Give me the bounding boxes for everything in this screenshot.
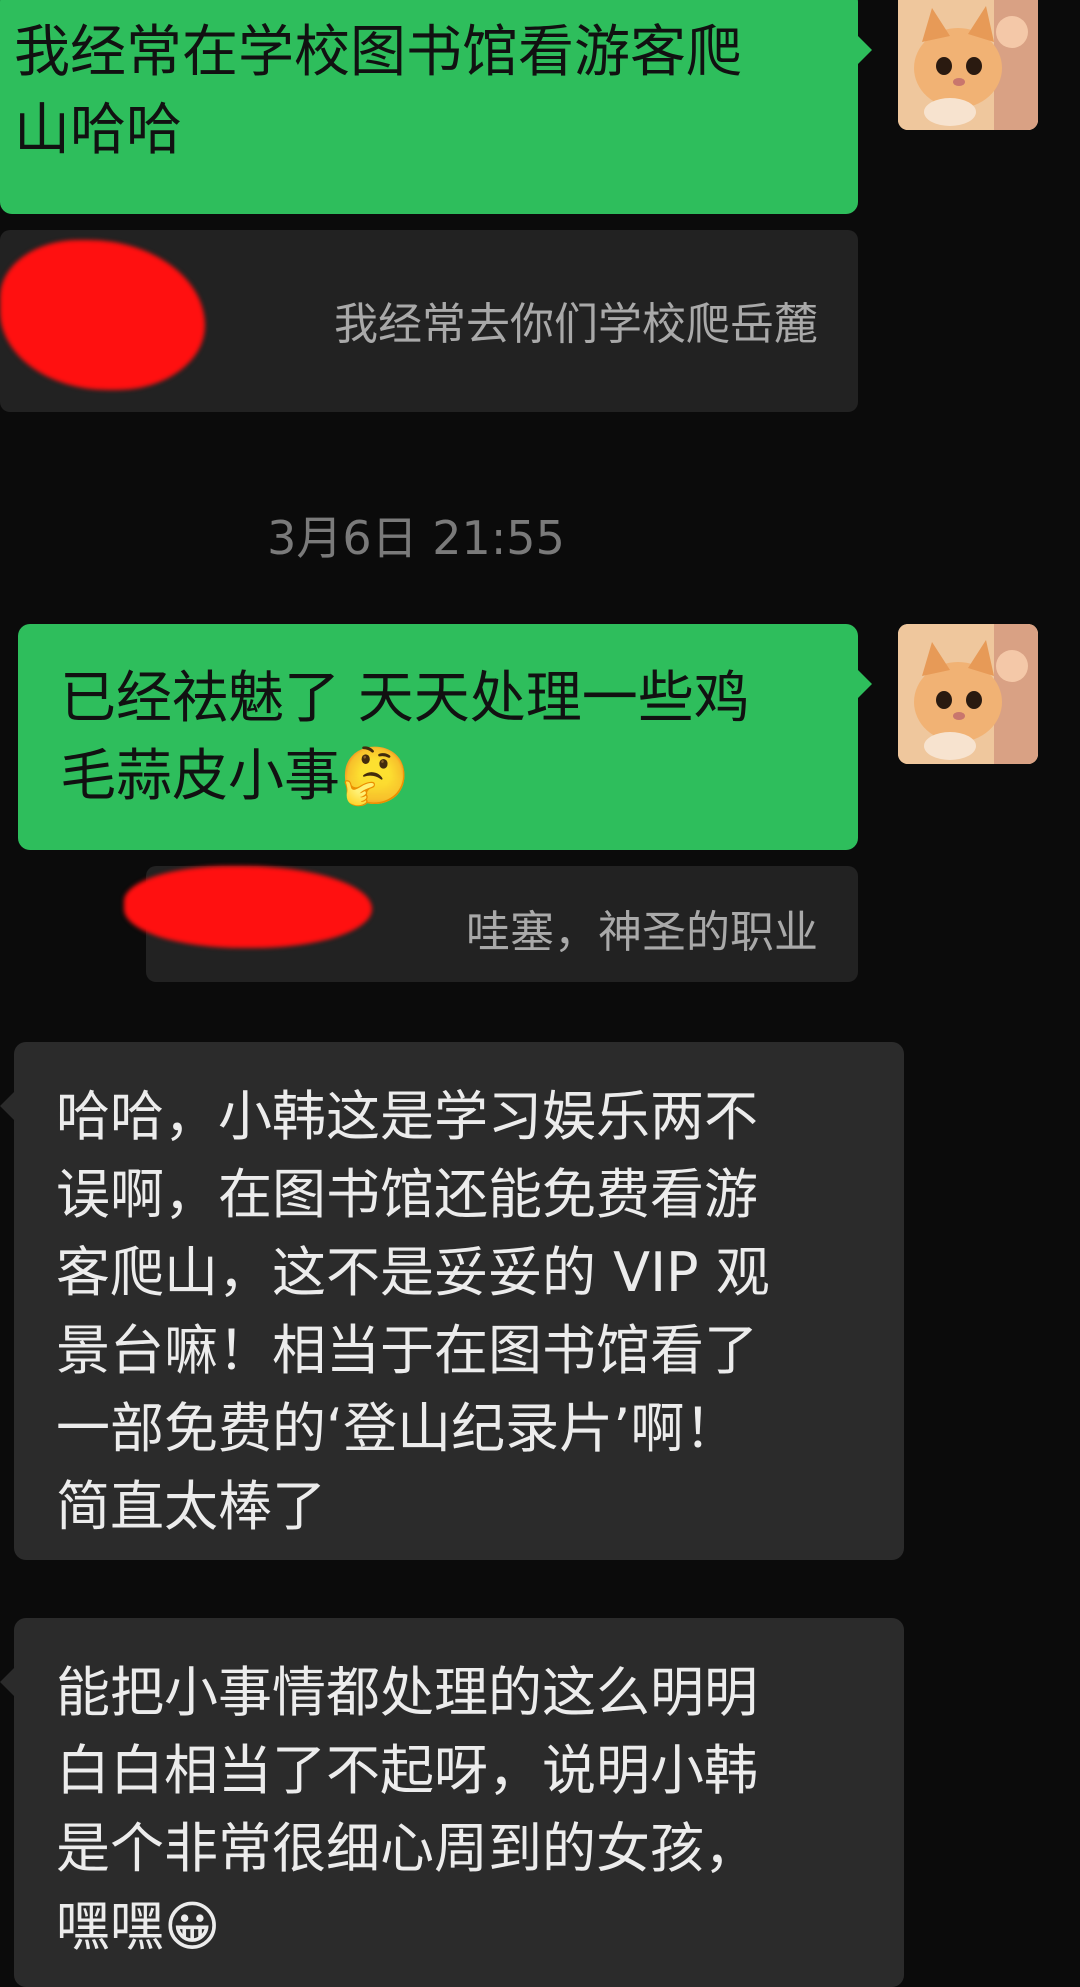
cat-avatar-image [898,624,1038,764]
bubble-tail [0,1666,16,1698]
bubble-tail [0,1090,16,1122]
message-text: 哈哈，小韩这是学习娱乐两不 误啊，在图书馆还能免费看游 客爬山，这不是妥妥的 V… [56,1085,770,1538]
quote-reply[interactable]: 哇塞，神圣的职业 [124,866,858,982]
sent-message-bubble[interactable]: 我经常在学校图书馆看游客爬 山哈哈 [0,0,872,214]
received-message-bubble[interactable]: 能把小事情都处理的这么明明 白白相当了不起呀，说明小韩 是个非常很细心周到的女孩… [0,1618,904,1987]
redacted-name [0,240,205,390]
bubble-tail [856,34,872,66]
message-text: 我经常在学校图书馆看游客爬 山哈哈 [14,20,742,163]
message-text: 已经祛魅了 天天处理一些鸡 毛蒜皮小事🤔 [60,666,750,809]
quote-text: 我经常去你们学校爬岳麓 [334,299,818,350]
quote-reply[interactable]: 我经常去你们学校爬岳麓 [0,230,858,412]
bubble-tail [856,668,872,700]
sent-message-bubble[interactable]: 已经祛魅了 天天处理一些鸡 毛蒜皮小事🤔 [18,624,872,850]
message-text: 能把小事情都处理的这么明明 白白相当了不起呀，说明小韩 是个非常很细心周到的女孩… [56,1661,758,1958]
cat-avatar-icon[interactable] [898,0,1038,130]
redacted-name [124,866,372,948]
cat-avatar-image [898,0,1038,130]
quote-text: 哇塞，神圣的职业 [466,907,818,958]
cat-avatar-icon[interactable] [898,624,1038,764]
received-message-bubble[interactable]: 哈哈，小韩这是学习娱乐两不 误啊，在图书馆还能免费看游 客爬山，这不是妥妥的 V… [0,1042,904,1560]
timestamp: 3月6日 21:55 [267,511,565,565]
